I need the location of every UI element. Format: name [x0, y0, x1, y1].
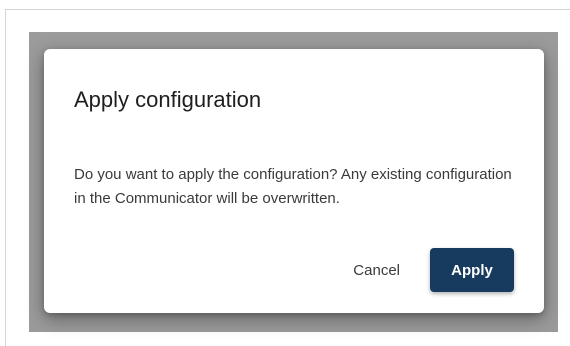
page-border-left	[5, 9, 6, 346]
page-border-top	[5, 9, 570, 10]
dialog-actions: Cancel Apply	[343, 248, 514, 292]
apply-button[interactable]: Apply	[430, 248, 514, 292]
dialog-message: Do you want to apply the configuration? …	[74, 166, 512, 207]
apply-configuration-dialog: Apply configuration Do you want to apply…	[44, 49, 544, 313]
dialog-title: Apply configuration	[74, 87, 262, 112]
cancel-button[interactable]: Cancel	[343, 248, 410, 292]
